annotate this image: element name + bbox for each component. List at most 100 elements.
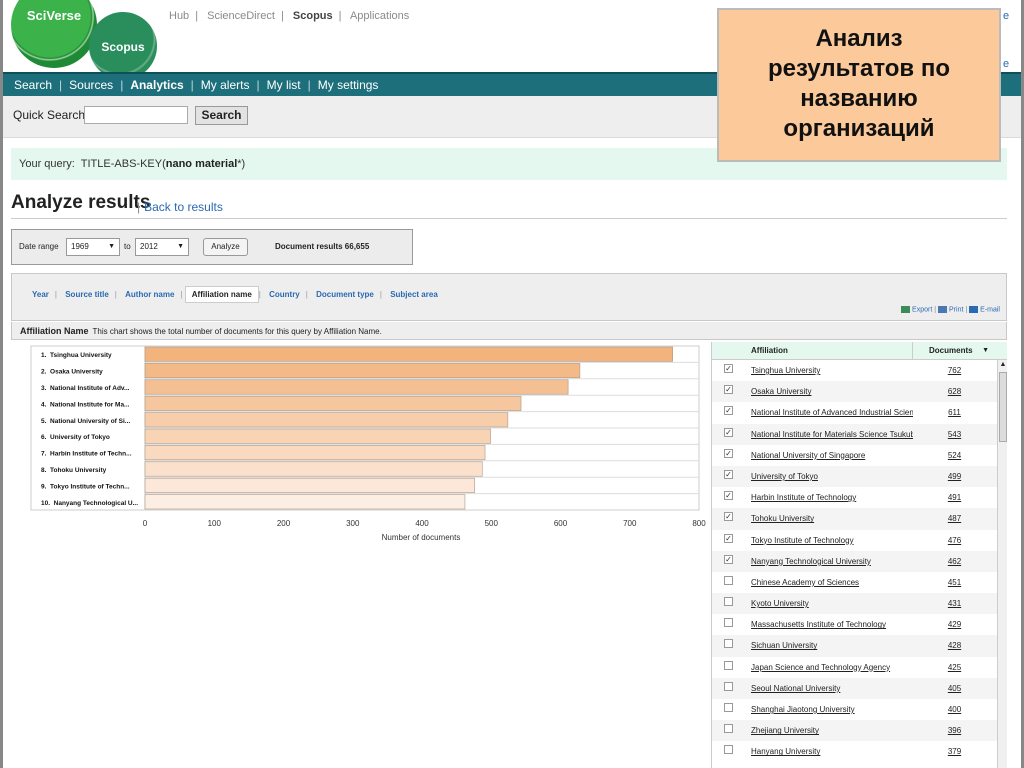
scroll-thumb[interactable] xyxy=(999,372,1007,442)
affiliation-link[interactable]: Osaka University xyxy=(751,387,913,396)
document-count-link[interactable]: 429 xyxy=(912,620,997,629)
document-count-link[interactable]: 428 xyxy=(912,641,997,650)
sciverse-logo[interactable]: SciVerse xyxy=(11,0,97,68)
tab-author-name[interactable]: Author name xyxy=(119,287,180,302)
checkbox-checked[interactable]: ✓ xyxy=(724,385,733,395)
affiliation-link[interactable]: Sichuan University xyxy=(751,641,913,650)
document-count-link[interactable]: 396 xyxy=(912,726,997,735)
affiliation-link[interactable]: National Institute of Advanced Industria… xyxy=(751,408,913,417)
checkbox-checked[interactable]: ✓ xyxy=(724,554,733,564)
nav-my-list[interactable]: My list xyxy=(264,78,304,92)
top-link-scopus[interactable]: Scopus xyxy=(293,10,333,22)
affiliation-link[interactable]: Tohoku University xyxy=(751,514,913,523)
bar[interactable] xyxy=(144,363,581,379)
bar[interactable] xyxy=(144,428,491,444)
document-count-link[interactable]: 524 xyxy=(912,451,997,460)
document-count-link[interactable]: 543 xyxy=(912,430,997,439)
quick-search-input[interactable] xyxy=(84,106,188,124)
document-count-link[interactable]: 762 xyxy=(912,366,997,375)
tab-subject-area[interactable]: Subject area xyxy=(384,287,444,302)
column-header-affiliation[interactable]: Affiliation xyxy=(751,346,788,355)
checkbox-checked[interactable]: ✓ xyxy=(724,364,733,373)
bar[interactable] xyxy=(144,445,486,461)
document-count-link[interactable]: 405 xyxy=(912,684,997,693)
checkbox[interactable] xyxy=(724,660,733,670)
affiliation-link[interactable]: Shanghai Jiaotong University xyxy=(751,705,913,714)
email-link[interactable]: E-mail xyxy=(980,306,1000,313)
checkbox-checked[interactable]: ✓ xyxy=(724,427,733,437)
checkbox[interactable] xyxy=(724,618,733,628)
document-count-link[interactable]: 400 xyxy=(912,705,997,714)
affiliation-link[interactable]: National University of Singapore xyxy=(751,451,913,460)
affiliation-link[interactable]: Nanyang Technological University xyxy=(751,557,913,566)
affiliation-link[interactable]: Massachusetts Institute of Technology xyxy=(751,620,913,629)
back-to-results-label[interactable]: Back to results xyxy=(144,200,223,214)
document-count-link[interactable]: 462 xyxy=(912,557,997,566)
document-count-link[interactable]: 491 xyxy=(912,493,997,502)
nav-analytics[interactable]: Analytics xyxy=(127,78,186,92)
checkbox[interactable] xyxy=(724,639,733,649)
document-count-link[interactable]: 499 xyxy=(912,472,997,481)
checkbox[interactable] xyxy=(724,724,733,734)
table-scrollbar[interactable]: ▲ xyxy=(997,360,1007,768)
tab-country[interactable]: Country xyxy=(263,287,306,302)
checkbox[interactable] xyxy=(724,597,733,607)
bar[interactable] xyxy=(144,379,569,395)
column-header-documents[interactable]: Documents ▼ xyxy=(912,342,997,360)
checkbox[interactable] xyxy=(724,575,733,585)
checkbox[interactable] xyxy=(724,681,733,691)
nav-search[interactable]: Search xyxy=(11,78,55,92)
tab-year[interactable]: Year xyxy=(26,287,55,302)
bar[interactable] xyxy=(144,494,466,510)
nav-my-alerts[interactable]: My alerts xyxy=(198,78,253,92)
affiliation-link[interactable]: Harbin Institute of Technology xyxy=(751,493,913,502)
affiliation-link[interactable]: Tsinghua University xyxy=(751,366,913,375)
nav-sources[interactable]: Sources xyxy=(66,78,116,92)
sort-down-icon[interactable]: ▼ xyxy=(982,342,989,360)
back-to-results-link[interactable]: | Back to results xyxy=(137,200,223,214)
affiliation-link[interactable]: Kyoto University xyxy=(751,599,913,608)
document-count-link[interactable]: 628 xyxy=(912,387,997,396)
nav-my-settings[interactable]: My settings xyxy=(315,78,382,92)
checkbox-checked[interactable]: ✓ xyxy=(724,406,733,416)
checkbox-checked[interactable]: ✓ xyxy=(724,448,733,458)
top-link-applications[interactable]: Applications xyxy=(350,10,409,22)
document-count-link[interactable]: 476 xyxy=(912,536,997,545)
bar[interactable] xyxy=(144,477,475,493)
bar[interactable] xyxy=(144,412,509,428)
edge-link-fragment[interactable]: e xyxy=(1003,58,1009,70)
affiliation-link[interactable]: Zhejiang University xyxy=(751,726,913,735)
affiliation-link[interactable]: University of Tokyo xyxy=(751,472,913,481)
analyze-button[interactable]: Analyze xyxy=(203,238,248,256)
tab-source-title[interactable]: Source title xyxy=(59,287,115,302)
affiliation-link[interactable]: Seoul National University xyxy=(751,684,913,693)
affiliation-link[interactable]: Chinese Academy of Sciences xyxy=(751,578,913,587)
top-link-sciencedirect[interactable]: ScienceDirect xyxy=(207,10,275,22)
checkbox[interactable] xyxy=(724,745,733,755)
date-to-select[interactable]: 2012 ▼ xyxy=(135,238,189,256)
bar[interactable] xyxy=(144,395,522,411)
affiliation-link[interactable]: National Institute for Materials Science… xyxy=(751,430,913,439)
print-link[interactable]: Print xyxy=(949,306,963,313)
checkbox-checked[interactable]: ✓ xyxy=(724,469,733,479)
tab-affiliation-name[interactable]: Affiliation name xyxy=(184,286,259,303)
affiliation-link[interactable]: Tokyo Institute of Technology xyxy=(751,536,913,545)
document-count-link[interactable]: 487 xyxy=(912,514,997,523)
document-count-link[interactable]: 451 xyxy=(912,578,997,587)
bar[interactable] xyxy=(144,461,483,477)
document-count-link[interactable]: 611 xyxy=(912,408,997,417)
edge-link-fragment[interactable]: e xyxy=(1003,10,1009,22)
affiliation-link[interactable]: Hanyang University xyxy=(751,747,913,756)
checkbox[interactable] xyxy=(724,703,733,712)
checkbox-checked[interactable]: ✓ xyxy=(724,512,733,522)
scopus-logo[interactable]: Scopus xyxy=(89,12,157,80)
date-from-select[interactable]: 1969 ▼ xyxy=(66,238,120,256)
tab-document-type[interactable]: Document type xyxy=(310,287,380,302)
top-link-hub[interactable]: Hub xyxy=(169,10,189,22)
quick-search-button[interactable]: Search xyxy=(195,106,248,125)
affiliation-link[interactable]: Japan Science and Technology Agency xyxy=(751,663,913,672)
document-count-link[interactable]: 425 xyxy=(912,663,997,672)
bar[interactable] xyxy=(144,346,673,362)
document-count-link[interactable]: 379 xyxy=(912,747,997,756)
checkbox-checked[interactable]: ✓ xyxy=(724,533,733,543)
